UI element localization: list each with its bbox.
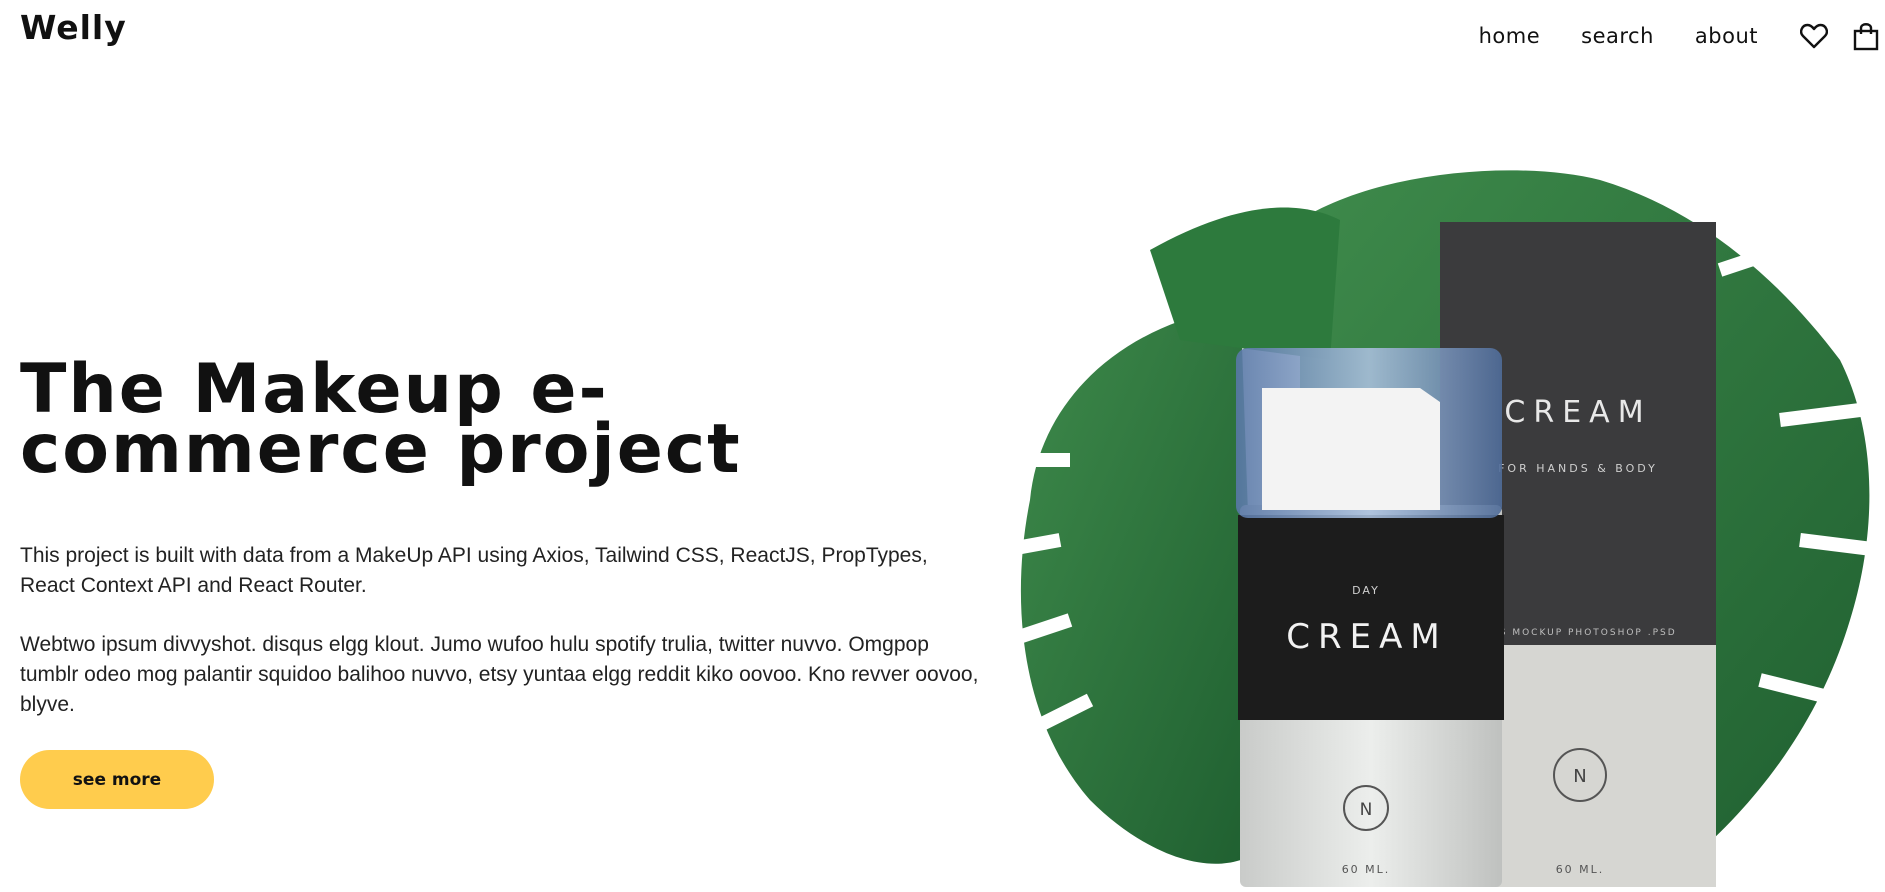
logo[interactable]: Welly <box>20 8 127 47</box>
site-header: Welly home search about <box>0 0 1885 70</box>
box-subtitle: FOR HANDS & BODY <box>1498 462 1658 475</box>
heart-icon[interactable] <box>1799 21 1829 51</box>
hero-description: This project is built with data from a M… <box>20 544 928 597</box>
bottle-cream-label: CREAM <box>1286 617 1447 657</box>
box-strip-text: TICS MOCKUP PHOTOSHOP .PSD <box>1478 628 1676 638</box>
bottle-badge: N <box>1360 800 1373 820</box>
bottle-day-label: DAY <box>1352 584 1380 597</box>
nav-about[interactable]: about <box>1695 24 1758 48</box>
nav-home[interactable]: home <box>1479 24 1541 48</box>
box-volume: 60 ML. <box>1556 863 1605 876</box>
hero-filler-text: Webtwo ipsum divvyshot. disqus elgg klou… <box>20 633 979 716</box>
nav-search[interactable]: search <box>1581 24 1654 48</box>
bottle-volume: 60 ML. <box>1342 863 1391 876</box>
shopping-bag-icon[interactable] <box>1851 21 1881 51</box>
hero-title: The Makeup e-commerce project <box>20 350 742 489</box>
see-more-button[interactable]: see more <box>20 750 214 809</box>
main-nav: home search about <box>1479 18 1885 54</box>
box-cream-label: CREAM <box>1504 395 1651 430</box>
monstera-leaf-left <box>1003 290 1260 864</box>
hero-product-image: CREAM FOR HANDS & BODY TICS MOCKUP PHOTO… <box>1000 160 1885 888</box>
box-badge: N <box>1573 766 1586 787</box>
cream-bottle: DAY CREAM N 60 ML. <box>1236 348 1504 887</box>
